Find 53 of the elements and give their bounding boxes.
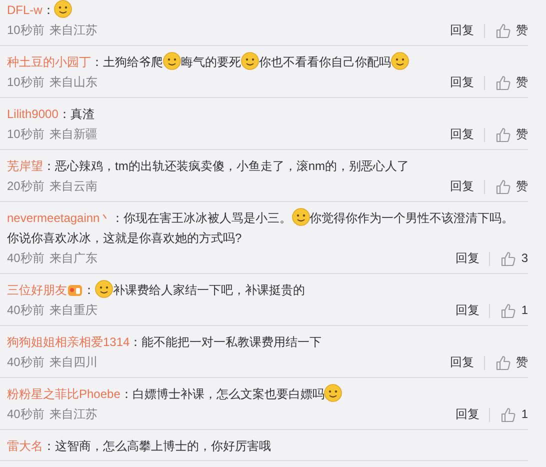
reply-link[interactable]: 回复	[455, 404, 480, 425]
comment-text: 你也不看看你自己你配吗	[259, 55, 391, 69]
location-text: 来自重庆	[49, 302, 98, 319]
comment-text: 白嫖博士补课，怎么文案也要白嫖吗	[132, 387, 324, 401]
reply-link[interactable]: 回复	[455, 248, 480, 269]
colon-text: ：	[91, 55, 103, 69]
timestamp: 40秒前	[7, 406, 44, 423]
comment-text: 你现在害王冰冰被人骂是小三。	[124, 211, 292, 225]
like-button[interactable]: 赞	[495, 20, 528, 41]
timestamp: 10秒前	[7, 74, 44, 91]
colon-text: ：	[130, 335, 142, 349]
colon-text: ：	[83, 283, 95, 297]
location-text: 来自新疆	[49, 126, 98, 143]
location-text: 来自江苏	[49, 22, 98, 39]
colon-text: ：	[42, 3, 54, 17]
like-button[interactable]: 赞	[495, 72, 528, 93]
location-text: 来自四川	[49, 354, 98, 371]
comment-text: 你觉得你作为一个男性不该澄清下吗。	[310, 211, 514, 225]
like-button[interactable]: 赞	[495, 124, 528, 145]
reply-link[interactable]: 回复	[450, 176, 474, 197]
like-button[interactable]: 1	[500, 300, 528, 321]
comment-text: 晦气的要死	[181, 55, 241, 69]
reply-link[interactable]: 回复	[455, 300, 480, 321]
timestamp: 40秒前	[7, 354, 44, 371]
colon-text: ：	[43, 159, 55, 173]
location-text: 来自云南	[49, 178, 98, 195]
colon-text: ：	[120, 387, 132, 401]
timestamp: 40秒前	[7, 250, 44, 267]
reply-link[interactable]: 回复	[450, 72, 474, 93]
location-text: 来自广东	[49, 250, 98, 267]
comment-text: 补课费给人家结一下吧，补课挺贵的	[113, 283, 305, 297]
location-text: 来自江苏	[49, 406, 98, 423]
comment-text: 真渣	[70, 107, 94, 121]
like-button[interactable]: 1	[500, 404, 528, 425]
timestamp: 20秒前	[7, 178, 44, 195]
timestamp: 40秒前	[7, 302, 44, 319]
timestamp: 10秒前	[7, 126, 44, 143]
comment-text: 你说你喜欢冰冰，这就是你喜欢她的方式吗?	[7, 231, 242, 245]
like-button[interactable]: 赞	[495, 352, 528, 373]
comment-text: 恶心辣鸡，tm的出轨还装疯卖傻，小鱼走了，滚nm的，别恶心人了	[55, 159, 409, 173]
reply-link[interactable]: 回复	[450, 20, 474, 41]
colon-text: ：	[43, 439, 55, 453]
reply-link[interactable]: 回复	[450, 124, 474, 145]
comment-text: 土狗给爷爬	[103, 55, 163, 69]
comment-text: 这智商，怎么高攀上博士的，你好厉害哦	[55, 439, 271, 453]
comment-text: 能不能把一对一私教课费用结一下	[142, 335, 322, 349]
colon-text: ：	[112, 211, 124, 225]
colon-text: ：	[58, 107, 70, 121]
like-button[interactable]: 赞	[495, 176, 528, 197]
reply-link[interactable]: 回复	[450, 352, 474, 373]
timestamp: 10秒前	[7, 22, 44, 39]
like-button[interactable]: 3	[500, 248, 528, 269]
location-text: 来自山东	[49, 74, 98, 91]
